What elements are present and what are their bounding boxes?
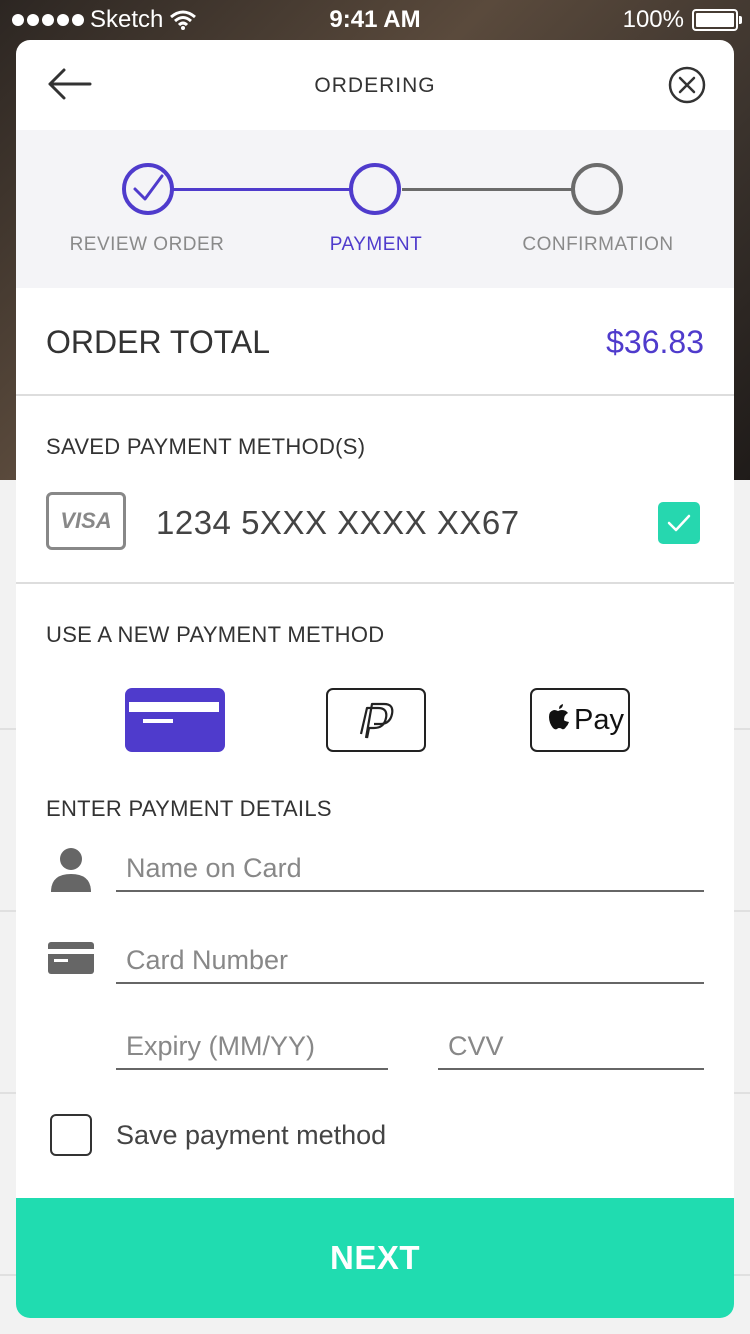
ordering-modal: ORDERING REVIEW ORDER PAYMENT CONFIRMATI…	[16, 40, 734, 1318]
step-confirmation-circle	[571, 163, 623, 215]
payment-details-heading: ENTER PAYMENT DETAILS	[46, 796, 332, 821]
stepper-line-pending	[402, 188, 574, 191]
modal-title: ORDERING	[314, 74, 436, 97]
card-number-input[interactable]	[126, 945, 702, 976]
save-payment-row[interactable]: Save payment method	[50, 1114, 386, 1156]
stepper-line-complete	[173, 188, 353, 191]
cvv-input[interactable]	[448, 1031, 702, 1062]
saved-card-checkbox[interactable]	[658, 502, 700, 544]
card-number-field[interactable]	[116, 932, 704, 984]
checkmark-icon	[133, 174, 164, 201]
progress-stepper: REVIEW ORDER PAYMENT CONFIRMATION	[16, 130, 734, 288]
step-label-payment: PAYMENT	[329, 234, 423, 255]
battery-icon	[692, 9, 742, 31]
order-total-value: $36.83	[606, 324, 704, 360]
step-payment-circle	[349, 163, 401, 215]
battery-info: 100%	[622, 6, 742, 34]
credit-card-icon	[129, 702, 219, 723]
saved-payment-section: SAVED PAYMENT METHOD(S) VISA 1234 5XXX X…	[16, 396, 734, 584]
apple-pay-method-button[interactable]: Pay	[530, 688, 630, 752]
close-circle-icon	[668, 66, 706, 104]
modal-header: ORDERING	[16, 40, 734, 130]
paypal-icon	[359, 702, 394, 739]
close-button[interactable]	[668, 66, 706, 104]
save-payment-checkbox[interactable]	[50, 1114, 92, 1156]
order-total-label: ORDER TOTAL	[46, 324, 271, 360]
new-payment-heading: USE A NEW PAYMENT METHOD	[46, 622, 385, 647]
name-on-card-input[interactable]	[126, 853, 702, 884]
expiry-input[interactable]	[126, 1031, 386, 1062]
step-review-order-circle	[122, 163, 174, 215]
saved-card-number: 1234 5XXX XXXX XX67	[156, 504, 520, 541]
person-icon	[51, 848, 91, 892]
card-icon	[48, 942, 94, 974]
visa-card-icon: VISA	[46, 492, 126, 550]
saved-payment-heading: SAVED PAYMENT METHOD(S)	[46, 434, 366, 459]
credit-card-method-button[interactable]	[125, 688, 225, 752]
battery-percent: 100%	[622, 6, 684, 33]
expiry-field[interactable]	[116, 1018, 388, 1070]
paypal-method-button[interactable]	[326, 688, 426, 752]
order-total-row: ORDER TOTAL $36.83	[16, 288, 734, 396]
status-bar: Sketch 9:41 AM 100%	[0, 0, 750, 40]
checkmark-icon	[667, 514, 691, 532]
cvv-field[interactable]	[438, 1018, 704, 1070]
next-button[interactable]: NEXT	[16, 1198, 734, 1318]
step-label-confirmation: CONFIRMATION	[522, 234, 674, 255]
step-label-review-order: REVIEW ORDER	[69, 234, 225, 255]
apple-pay-label: Pay	[574, 704, 624, 736]
save-payment-label: Save payment method	[116, 1119, 387, 1150]
apple-logo-icon	[549, 704, 569, 730]
name-on-card-field[interactable]	[116, 840, 704, 892]
